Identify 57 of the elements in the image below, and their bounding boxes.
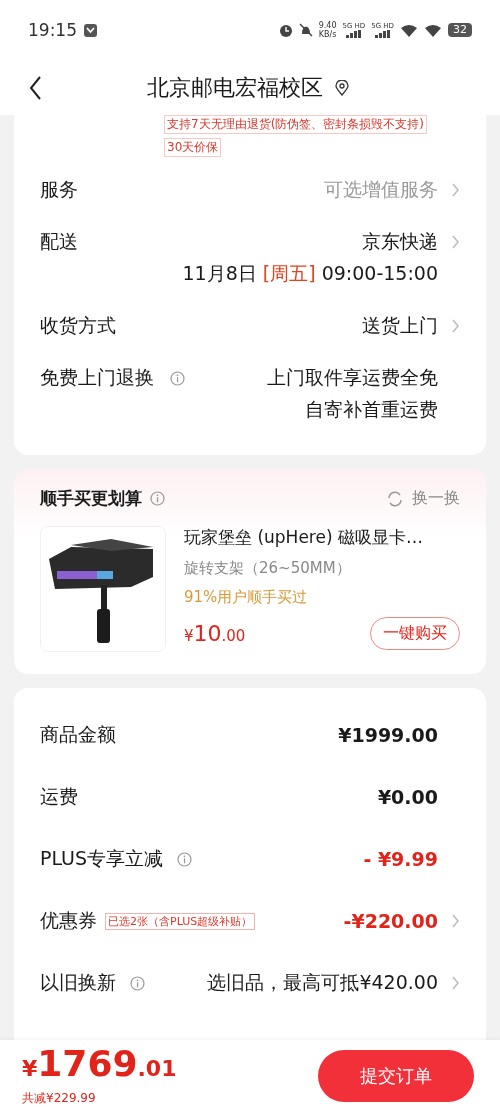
savings-amount: 共减¥229.99 (22, 1089, 97, 1107)
page-title: 北京邮电宏福校区 (146, 73, 323, 102)
mute-icon (298, 23, 313, 37)
row-value: ¥0.00 (377, 786, 438, 808)
speed-unit: KB/s (318, 30, 337, 39)
service-tag: 支持7天无理由退货(防伪签、密封条损毁不支持) (164, 115, 427, 134)
info-icon[interactable] (130, 975, 145, 991)
back-icon[interactable] (28, 74, 43, 101)
chevron-icon[interactable] (451, 913, 460, 929)
clock-time: 19:15 (28, 20, 77, 40)
row-value: ¥1999.00 (338, 724, 438, 746)
refresh-link[interactable]: 换一换 (412, 488, 460, 509)
signal-icon (375, 30, 391, 38)
row-label: 收货方式 (40, 313, 116, 338)
row-value[interactable]: 送货上门 (362, 313, 438, 339)
chevron-icon[interactable] (451, 975, 460, 991)
network-speed: 9.40 (318, 21, 337, 30)
delivery-time: 11月8日 [周五] 09:00-15:00 (182, 261, 438, 286)
info-icon[interactable] (170, 370, 185, 386)
service-tag: 30天价保 (164, 138, 222, 157)
wifi-icon (400, 23, 418, 37)
row-value[interactable]: 可选增值服务 (324, 177, 438, 203)
buy-button[interactable]: 一键购买 (370, 617, 460, 650)
coupon-tag: 已选2张（含PLUS超级补贴） (105, 912, 256, 930)
chevron-icon[interactable] (451, 234, 460, 250)
info-icon[interactable] (150, 491, 165, 506)
wifi-icon (424, 23, 442, 37)
notification-icon (83, 22, 98, 38)
row-label: 以旧换新 (40, 970, 116, 995)
location-pin-icon[interactable] (334, 79, 349, 96)
row-label: 商品金额 (40, 722, 116, 747)
info-icon[interactable] (177, 851, 193, 867)
product-price: ¥10.00 (184, 621, 246, 646)
row-value: 上门取件享运费全免 (267, 365, 438, 390)
product-name[interactable]: 玩家堡垒 (upHere) 磁吸显卡… (184, 526, 460, 549)
chevron-icon[interactable] (451, 318, 460, 334)
row-value: - ¥9.99 (363, 848, 438, 870)
submit-order-button[interactable]: 提交订单 (318, 1049, 474, 1102)
row-value[interactable]: 京东快递 (362, 229, 438, 255)
row-label: 服务 (40, 177, 78, 202)
refresh-icon[interactable] (386, 489, 404, 508)
row-value[interactable]: -¥220.00 (343, 910, 438, 932)
row-label: 优惠券 (40, 908, 97, 933)
row-value: 自寄补首重运费 (305, 397, 438, 422)
row-label: 免费上门退换 (40, 365, 154, 390)
chevron-icon[interactable] (451, 182, 460, 198)
purchase-note: 91%用户顺手买过 (184, 588, 309, 607)
product-spec: 旋转支架（26~50MM） (184, 559, 352, 578)
section-title: 顺手买更划算 (40, 487, 142, 510)
total-price: ¥1769.01 (22, 1044, 178, 1086)
row-value[interactable]: 选旧品，最高可抵¥420.00 (207, 970, 438, 996)
row-label: PLUS专享立减 (40, 846, 164, 871)
battery-level: 32 (448, 23, 472, 37)
row-label: 配送 (40, 229, 78, 254)
row-label: 运费 (40, 784, 78, 809)
alarm-icon (278, 23, 293, 37)
signal-icon (346, 30, 362, 38)
